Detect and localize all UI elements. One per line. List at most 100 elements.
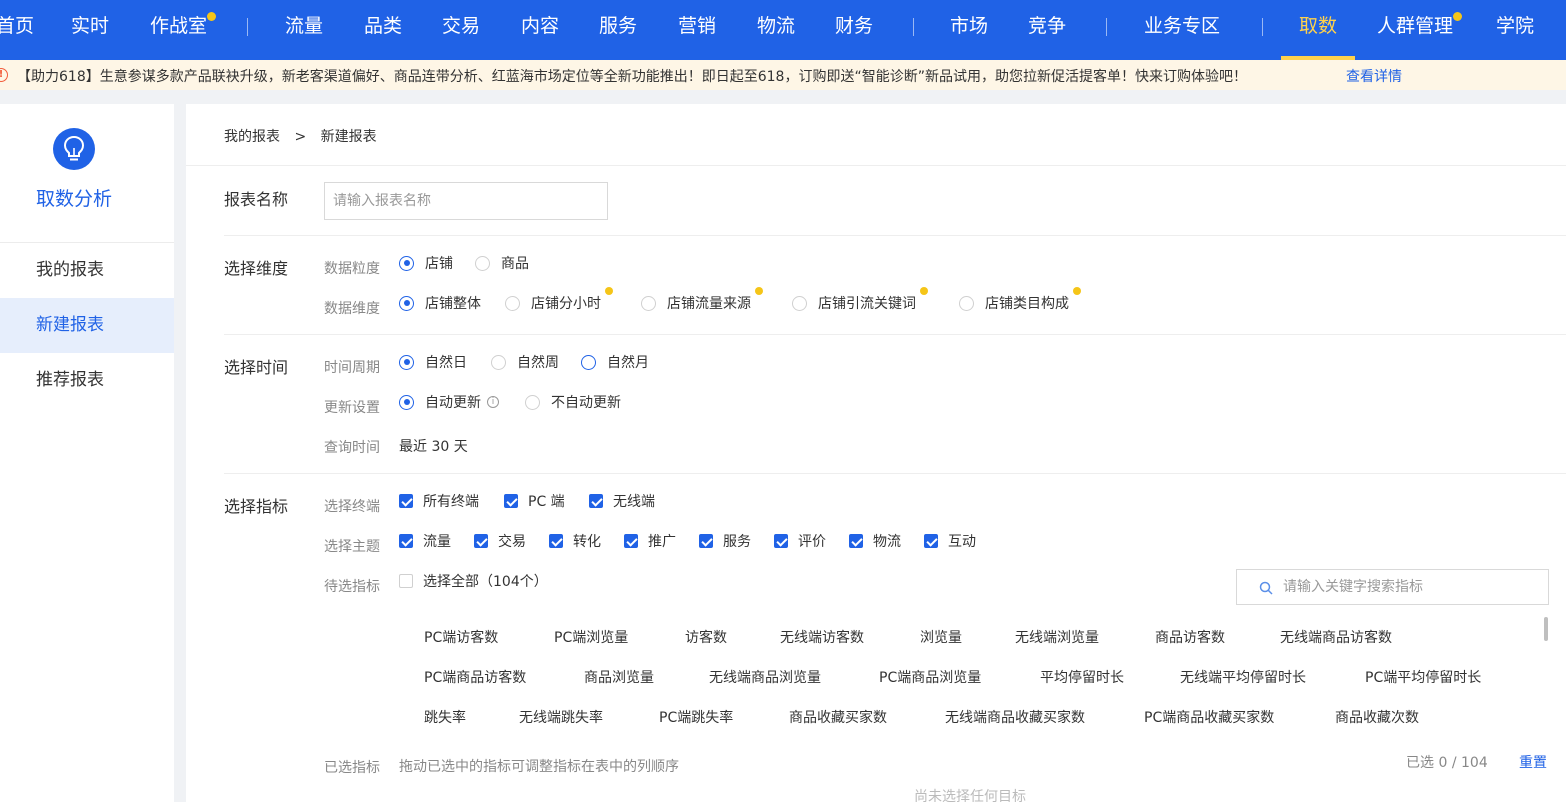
radio-button[interactable]: [399, 394, 414, 410]
theme-option-service[interactable]: 服务: [699, 531, 751, 551]
radio-button[interactable]: [399, 255, 414, 271]
reset-button[interactable]: 重置: [1519, 752, 1547, 772]
checkbox[interactable]: [624, 534, 638, 548]
checkbox[interactable]: [549, 534, 563, 548]
metric-list-scrollbar[interactable]: [1544, 617, 1548, 641]
theme-option-interaction[interactable]: 互动: [924, 531, 976, 551]
checkbox[interactable]: [504, 494, 518, 508]
nav-item-marketing[interactable]: 营销: [678, 0, 716, 60]
dims-option-shop-overall[interactable]: 店铺整体: [399, 293, 481, 313]
nav-item-trade[interactable]: 交易: [442, 0, 480, 60]
granularity-option-product[interactable]: 商品: [475, 253, 529, 273]
update-option-auto[interactable]: 自动更新 i: [399, 392, 499, 412]
nav-item-content[interactable]: 内容: [521, 0, 559, 60]
dims-option-category[interactable]: 店铺类目构成: [959, 287, 1081, 313]
nav-item-finance[interactable]: 财务: [835, 0, 873, 60]
metric-item[interactable]: 无线端浏览量: [1015, 627, 1099, 647]
metric-item[interactable]: 无线端平均停留时长: [1180, 667, 1306, 687]
report-name-input[interactable]: [324, 182, 608, 220]
radio-button[interactable]: [581, 354, 596, 370]
radio-button[interactable]: [399, 354, 414, 370]
nav-item-competition[interactable]: 竞争: [1028, 0, 1066, 60]
notice-details-link[interactable]: 查看详情: [1346, 66, 1402, 86]
theme-option-promotion[interactable]: 推广: [624, 531, 676, 551]
nav-item-data-fetch[interactable]: 取数: [1280, 0, 1356, 60]
metric-search-input[interactable]: [1283, 570, 1543, 604]
nav-item-warroom[interactable]: 作战室: [150, 0, 217, 60]
checkbox[interactable]: [399, 494, 413, 508]
metric-item[interactable]: 无线端跳失率: [519, 707, 603, 727]
metric-item[interactable]: PC端访客数: [424, 627, 498, 647]
radio-button[interactable]: [525, 394, 540, 410]
metric-item[interactable]: PC端平均停留时长: [1365, 667, 1481, 687]
metric-item[interactable]: 无线端商品访客数: [1280, 627, 1392, 647]
theme-option-logistics[interactable]: 物流: [849, 531, 901, 551]
metric-item[interactable]: 无线端商品收藏买家数: [945, 707, 1085, 727]
info-icon[interactable]: i: [487, 396, 499, 408]
nav-item-crowd[interactable]: 人群管理: [1377, 0, 1463, 60]
metric-item[interactable]: 跳失率: [424, 707, 466, 727]
theme-option-traffic[interactable]: 流量: [399, 531, 451, 551]
theme-option-trade[interactable]: 交易: [474, 531, 526, 551]
terminal-option-all[interactable]: 所有终端: [399, 491, 479, 511]
terminal-option-wireless[interactable]: 无线端: [589, 491, 655, 511]
metric-item[interactable]: 商品浏览量: [584, 667, 654, 687]
dims-option-traffic-source[interactable]: 店铺流量来源: [641, 287, 763, 313]
radio-button[interactable]: [399, 295, 414, 311]
nav-item-traffic[interactable]: 流量: [285, 0, 323, 60]
nav-item-logistics[interactable]: 物流: [757, 0, 795, 60]
theme-option-review[interactable]: 评价: [774, 531, 826, 551]
metric-item[interactable]: PC端商品收藏买家数: [1144, 707, 1274, 727]
period-option-month[interactable]: 自然月: [581, 352, 649, 372]
checkbox[interactable]: [589, 494, 603, 508]
terminal-option-pc[interactable]: PC 端: [504, 491, 565, 511]
sidebar-item-my-reports[interactable]: 我的报表: [0, 243, 174, 298]
dims-option-shop-hourly[interactable]: 店铺分小时: [505, 287, 613, 313]
checkbox[interactable]: [699, 534, 713, 548]
period-option-day[interactable]: 自然日: [399, 352, 467, 372]
top-nav: 首页 实时 作战室 流量 品类 交易 内容 服务 营销 物流 财务 市场 竞争 …: [0, 0, 1566, 60]
metric-item[interactable]: 访客数: [685, 627, 727, 647]
checkbox[interactable]: [924, 534, 938, 548]
select-all-option[interactable]: 选择全部（104个）: [399, 571, 548, 591]
nav-item-service[interactable]: 服务: [599, 0, 637, 60]
checkbox[interactable]: [774, 534, 788, 548]
radio-button[interactable]: [475, 255, 490, 271]
metric-item[interactable]: 商品访客数: [1155, 627, 1225, 647]
checkbox[interactable]: [849, 534, 863, 548]
radio-button[interactable]: [792, 295, 807, 311]
metric-item[interactable]: 浏览量: [920, 627, 962, 647]
update-option-manual[interactable]: 不自动更新: [525, 392, 621, 412]
granularity-option-shop[interactable]: 店铺: [399, 253, 453, 273]
metric-item[interactable]: 商品收藏次数: [1335, 707, 1419, 727]
metric-item[interactable]: PC端商品浏览量: [879, 667, 981, 687]
nav-item-academy[interactable]: 学院: [1496, 0, 1534, 60]
metric-item[interactable]: PC端商品访客数: [424, 667, 526, 687]
metric-item[interactable]: PC端浏览量: [554, 627, 628, 647]
radio-button[interactable]: [641, 295, 656, 311]
metric-item[interactable]: PC端跳失率: [659, 707, 733, 727]
sidebar-item-recommended[interactable]: 推荐报表: [0, 353, 174, 408]
checkbox[interactable]: [399, 534, 413, 548]
sidebar-item-new-report[interactable]: 新建报表: [0, 298, 174, 353]
metric-item[interactable]: 平均停留时长: [1040, 667, 1124, 687]
nav-item-market[interactable]: 市场: [950, 0, 988, 60]
radio-button[interactable]: [491, 354, 506, 370]
nav-item-home[interactable]: 首页: [0, 0, 34, 60]
radio-button[interactable]: [505, 295, 520, 311]
period-option-week[interactable]: 自然周: [491, 352, 559, 372]
checkbox[interactable]: [399, 574, 413, 588]
metric-item[interactable]: 无线端访客数: [780, 627, 864, 647]
metric-item[interactable]: 无线端商品浏览量: [709, 667, 821, 687]
breadcrumb-parent[interactable]: 我的报表: [224, 129, 280, 145]
sidebar: 取数分析 我的报表 新建报表 推荐报表: [0, 104, 174, 802]
metric-item[interactable]: 商品收藏买家数: [789, 707, 887, 727]
nav-item-realtime[interactable]: 实时: [71, 0, 109, 60]
nav-item-category[interactable]: 品类: [364, 0, 402, 60]
theme-option-conversion[interactable]: 转化: [549, 531, 601, 551]
checkbox[interactable]: [474, 534, 488, 548]
option-label: 店铺: [425, 256, 453, 272]
nav-item-business-zone[interactable]: 业务专区: [1144, 0, 1220, 60]
dims-option-keywords[interactable]: 店铺引流关键词: [792, 287, 928, 313]
radio-button[interactable]: [959, 295, 974, 311]
